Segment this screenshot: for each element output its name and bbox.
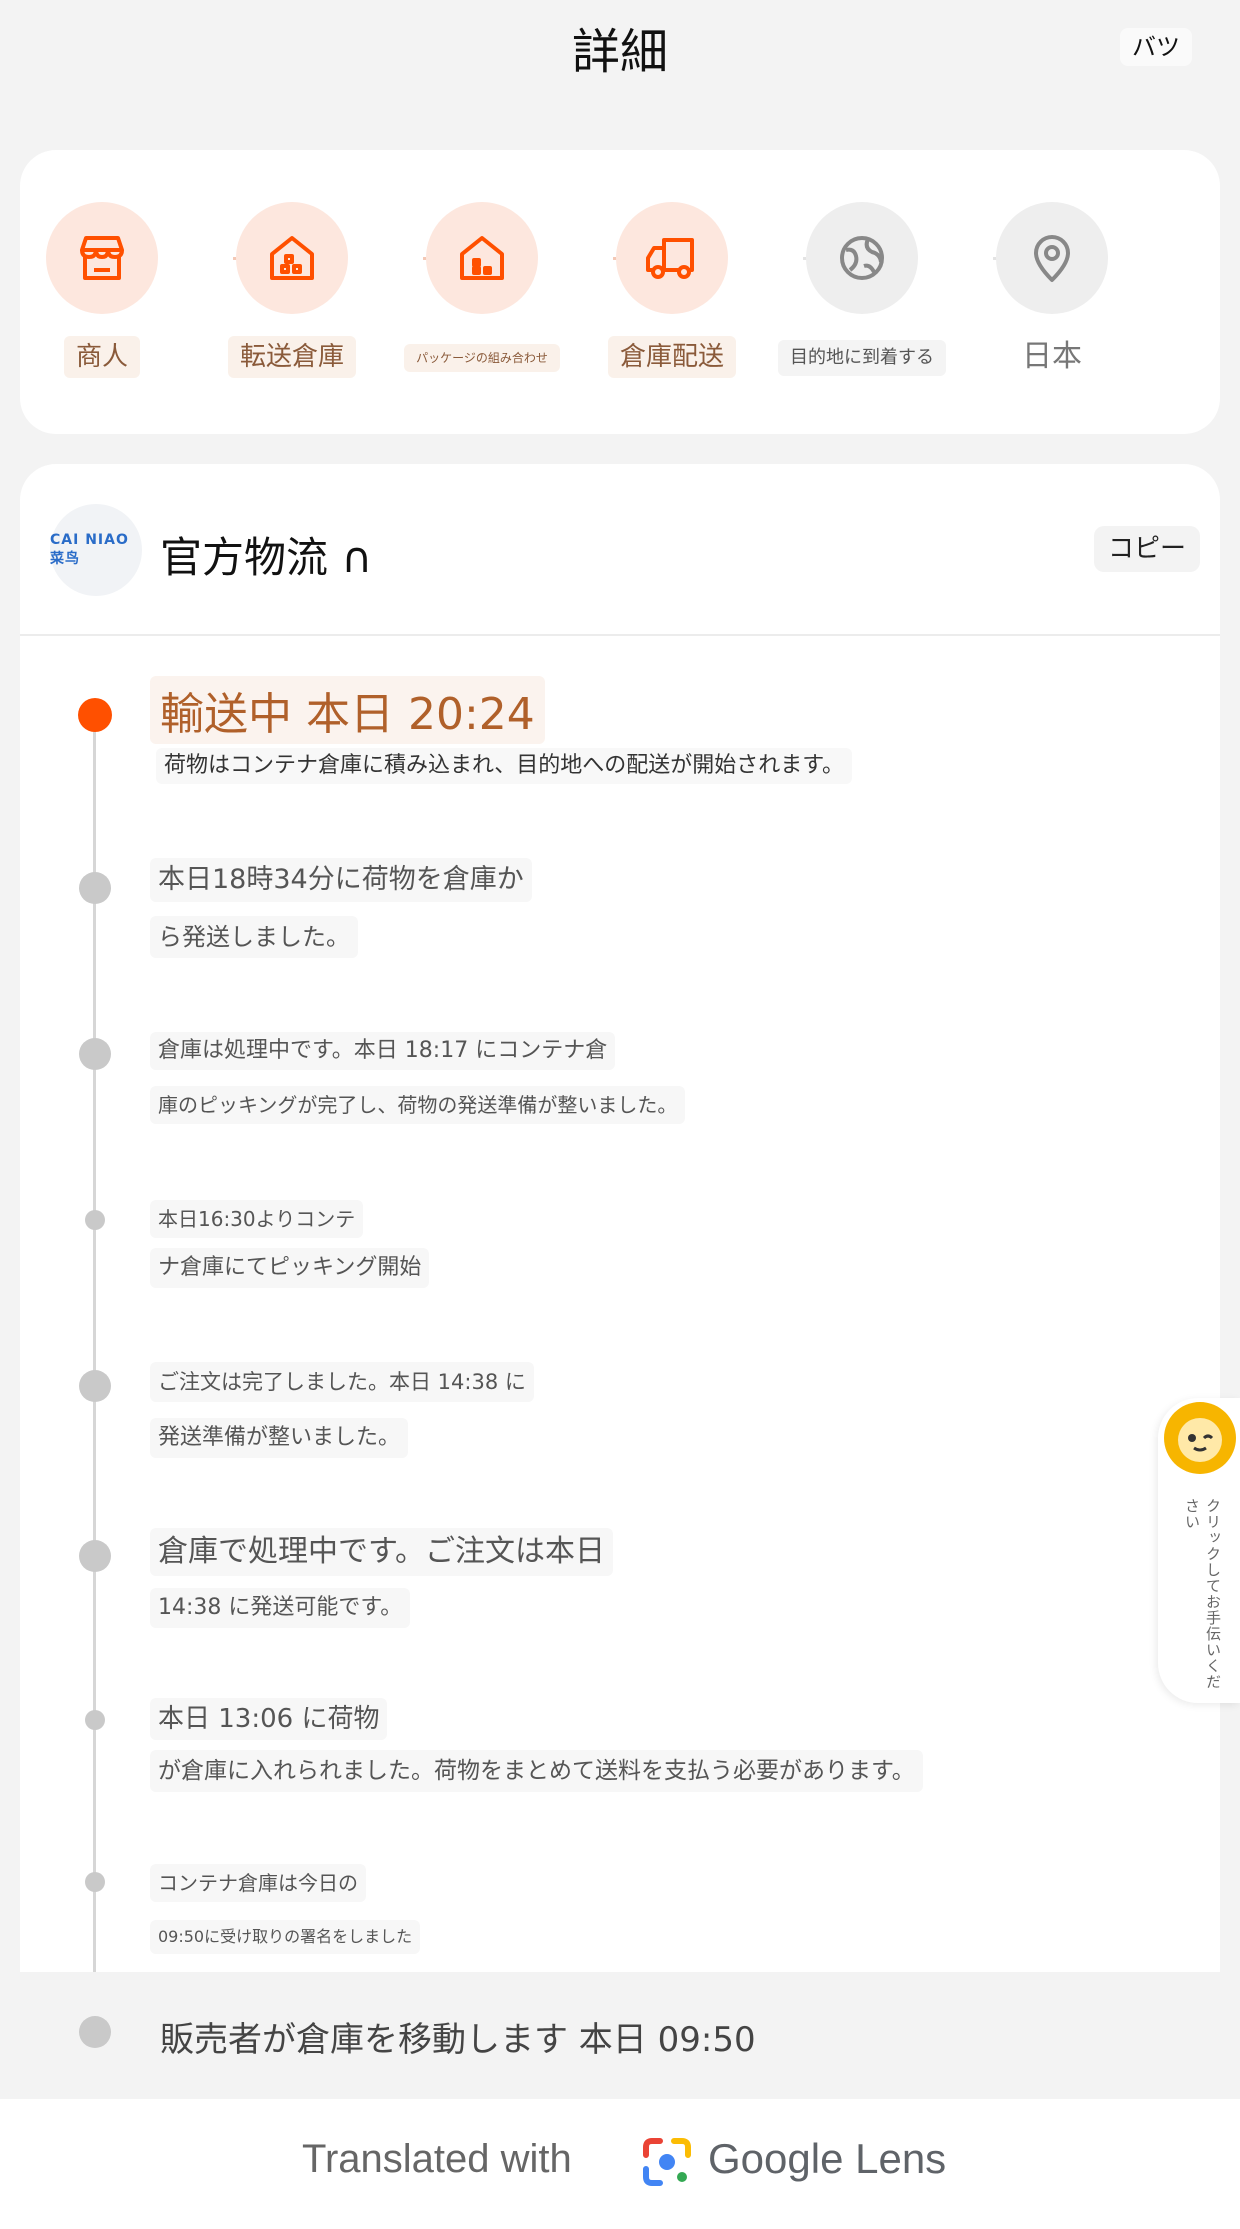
timeline-dot bbox=[79, 1370, 111, 1402]
step-label: 商人 bbox=[63, 336, 140, 378]
event-text-line: ら発送しました。 bbox=[150, 916, 358, 958]
step-label: 倉庫配送 bbox=[607, 336, 736, 378]
timeline-dot-active bbox=[78, 698, 112, 732]
step-label: 転送倉庫 bbox=[227, 336, 356, 378]
assistant-mascot-icon bbox=[1164, 1402, 1236, 1474]
footer-brand: Google Lens bbox=[708, 2135, 947, 2182]
help-assistant-tab[interactable]: クリックしてお手伝いください bbox=[1158, 1398, 1240, 1703]
progress-steps-card: 商人 転送倉庫 パッケージの組み合わせ 倉庫配送 目的地に到着する 日本 bbox=[20, 150, 1220, 434]
event-status-title: 輸送中 本日 20:24 bbox=[150, 676, 545, 744]
event-description: 荷物はコンテナ倉庫に積み込まれ、目的地への配送が開始されます。 bbox=[156, 748, 853, 784]
step-warehouse-delivery: 倉庫配送 bbox=[577, 202, 767, 378]
event-text-line: 倉庫は処理中です。本日 18:17 にコンテナ倉 bbox=[150, 1032, 616, 1070]
timeline-dot bbox=[85, 1710, 105, 1730]
step-transfer-warehouse: 転送倉庫 bbox=[197, 202, 387, 378]
event-text-line: 倉庫で処理中です。ご注文は本日 bbox=[150, 1528, 613, 1576]
step-package-consolidation: パッケージの組み合わせ bbox=[387, 202, 577, 372]
event-text-line: 本日16:30よりコンテ bbox=[150, 1200, 364, 1238]
house-icon bbox=[426, 202, 538, 314]
event-text-line: 本日 13:06 に荷物 bbox=[150, 1698, 388, 1740]
step-arrive-destination: 目的地に到着する bbox=[767, 202, 957, 376]
event-text-line: 本日18時34分に荷物を倉庫か bbox=[150, 858, 532, 902]
tracking-card: CAI NIAO 菜鸟 官方物流 ∩ コピー 輸送中 本日 20:24 荷物はコ… bbox=[20, 464, 1220, 2099]
step-label: 日本 bbox=[1022, 339, 1082, 374]
timeline-dot bbox=[85, 1872, 105, 1892]
carrier-name: 官方物流 ∩ bbox=[160, 533, 373, 582]
carrier-row: CAI NIAO 菜鸟 官方物流 ∩ コピー bbox=[20, 464, 1220, 636]
truck-icon bbox=[616, 202, 728, 314]
timeline-last-row: 販売者が倉庫を移動します 本日 09:50 bbox=[20, 1972, 1220, 2099]
translation-footer: Translated with Google Lens bbox=[0, 2099, 1240, 2229]
footer-prefix: Translated with bbox=[302, 2137, 572, 2181]
event-text-line: 14:38 に発送可能です。 bbox=[150, 1588, 411, 1628]
timeline-dot bbox=[79, 2016, 111, 2048]
step-label: パッケージの組み合わせ bbox=[404, 344, 560, 372]
timeline-dot bbox=[79, 872, 111, 904]
copy-button[interactable]: コピー bbox=[1093, 526, 1200, 572]
store-icon bbox=[46, 202, 158, 314]
helper-label: クリックしてお手伝いください bbox=[1183, 1498, 1222, 1690]
step-label: 目的地に到着する bbox=[778, 340, 946, 376]
close-button[interactable]: バツ bbox=[1120, 28, 1192, 66]
step-merchant: 商人 bbox=[7, 202, 197, 378]
step-japan: 日本 bbox=[957, 202, 1147, 378]
event-text-line: 庫のピッキングが完了し、荷物の発送準備が整いました。 bbox=[150, 1086, 686, 1124]
warehouse-icon bbox=[236, 202, 348, 314]
event-text-line: が倉庫に入れられました。荷物をまとめて送料を支払う必要があります。 bbox=[150, 1750, 923, 1792]
page-title: 詳細 bbox=[571, 24, 668, 80]
google-lens-icon bbox=[643, 2138, 691, 2186]
event-text-line: 販売者が倉庫を移動します 本日 09:50 bbox=[160, 2020, 756, 2060]
timeline-dot bbox=[79, 1038, 111, 1070]
timeline-dot bbox=[85, 1210, 105, 1230]
event-text-line: 発送準備が整いました。 bbox=[150, 1418, 409, 1458]
carrier-logo: CAI NIAO 菜鸟 bbox=[50, 504, 142, 596]
event-text-line: ナ倉庫にてピッキング開始 bbox=[150, 1248, 430, 1288]
event-text-line: コンテナ倉庫は今日の bbox=[150, 1864, 366, 1902]
globe-icon bbox=[806, 202, 918, 314]
location-pin-icon bbox=[996, 202, 1108, 314]
timeline-dot bbox=[79, 1540, 111, 1572]
event-text-line: ご注文は完了しました。本日 14:38 に bbox=[150, 1362, 534, 1402]
header: 詳細 バツ bbox=[0, 0, 1240, 120]
event-text-line: 09:50に受け取りの署名をしました bbox=[150, 1920, 421, 1954]
